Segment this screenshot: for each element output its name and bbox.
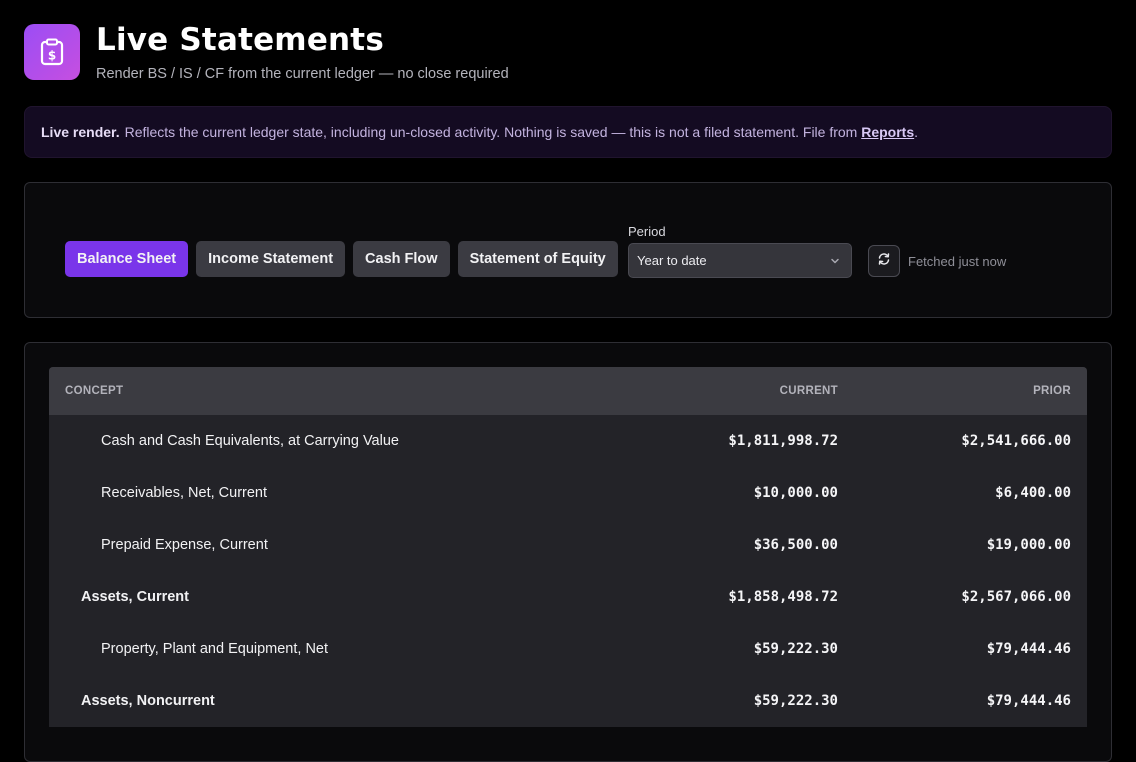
concept-cell: Receivables, Net, Current: [101, 485, 268, 501]
statement-tabs: Balance Sheet Income Statement Cash Flow…: [65, 241, 626, 277]
current-value-cell: $59,222.30: [753, 641, 838, 657]
concept-cell: Assets, Noncurrent: [81, 693, 215, 709]
refresh-button[interactable]: [868, 245, 900, 277]
fetched-status: Fetched just now: [908, 254, 1007, 269]
prior-value-cell: $6,400.00: [995, 485, 1071, 501]
svg-text:$: $: [48, 49, 56, 63]
refresh-icon: [877, 252, 891, 271]
banner-text: Reflects the current ledger state, inclu…: [124, 124, 862, 140]
clipboard-dollar-icon: $: [24, 24, 80, 80]
table-row-subtotal: Assets, Current $1,858,498.72 $2,567,066…: [49, 571, 1087, 623]
statement-table-card: CONCEPT CURRENT PRIOR Cash and Cash Equi…: [24, 342, 1112, 762]
prior-value-cell: $2,541,666.00: [961, 433, 1071, 449]
table-row: Receivables, Net, Current $10,000.00 $6,…: [49, 467, 1087, 519]
tab-balance-sheet[interactable]: Balance Sheet: [65, 241, 189, 277]
table-row-subtotal: Assets, Noncurrent $59,222.30 $79,444.46: [49, 675, 1087, 727]
column-header-concept: CONCEPT: [65, 385, 124, 397]
controls-card: Balance Sheet Income Statement Cash Flow…: [24, 182, 1112, 318]
tab-cash-flow[interactable]: Cash Flow: [353, 241, 450, 277]
live-render-banner: Live render. Reflects the current ledger…: [24, 106, 1112, 158]
period-select-value: Year to date: [637, 253, 707, 268]
table-row: Prepaid Expense, Current $36,500.00 $19,…: [49, 519, 1087, 571]
statement-table: CONCEPT CURRENT PRIOR Cash and Cash Equi…: [49, 367, 1087, 727]
concept-cell: Cash and Cash Equivalents, at Carrying V…: [101, 433, 399, 449]
tab-income-statement[interactable]: Income Statement: [196, 241, 346, 277]
current-value-cell: $1,858,498.72: [728, 589, 838, 605]
table-row: Property, Plant and Equipment, Net $59,2…: [49, 623, 1087, 675]
chevron-down-icon: [829, 255, 841, 270]
period-label: Period: [628, 224, 666, 239]
current-value-cell: $1,811,998.72: [728, 433, 838, 449]
column-header-prior: PRIOR: [1033, 385, 1071, 397]
page-subtitle: Render BS / IS / CF from the current led…: [96, 66, 509, 82]
page-title: Live Statements: [96, 22, 384, 58]
banner-strong-text: Live render.: [41, 124, 120, 140]
period-select[interactable]: Year to date: [628, 243, 852, 278]
column-header-current: CURRENT: [779, 385, 838, 397]
prior-value-cell: $79,444.46: [986, 693, 1071, 709]
current-value-cell: $59,222.30: [753, 693, 838, 709]
table-row: Cash and Cash Equivalents, at Carrying V…: [49, 415, 1087, 467]
current-value-cell: $36,500.00: [753, 537, 838, 553]
page-header: $ Live Statements Render BS / IS / CF fr…: [24, 22, 509, 82]
tab-statement-of-equity[interactable]: Statement of Equity: [457, 241, 618, 277]
concept-cell: Property, Plant and Equipment, Net: [101, 641, 329, 657]
table-header: CONCEPT CURRENT PRIOR: [49, 367, 1087, 415]
reports-link[interactable]: Reports: [861, 124, 914, 140]
prior-value-cell: $2,567,066.00: [961, 589, 1071, 605]
concept-cell: Prepaid Expense, Current: [101, 537, 268, 553]
prior-value-cell: $79,444.46: [986, 641, 1071, 657]
prior-value-cell: $19,000.00: [986, 537, 1071, 553]
current-value-cell: $10,000.00: [753, 485, 838, 501]
concept-cell: Assets, Current: [81, 589, 189, 605]
banner-suffix: .: [914, 124, 919, 140]
